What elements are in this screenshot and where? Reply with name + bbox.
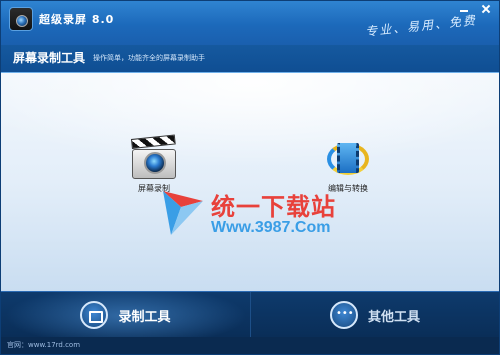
record-icon bbox=[80, 301, 109, 329]
clapperboard-icon bbox=[130, 134, 178, 181]
watermark-logo-icon bbox=[163, 191, 203, 235]
slogan: 专业、易用、免费 bbox=[364, 13, 478, 39]
watermark-title: 统一下载站 bbox=[211, 192, 336, 221]
more-dots-icon bbox=[329, 301, 358, 329]
status-website[interactable]: 官网：www.17rd.com bbox=[7, 340, 80, 350]
status-bar: 官网：www.17rd.com bbox=[1, 337, 499, 354]
watermark-url: Www.3987.Com bbox=[211, 219, 331, 236]
tab-other-tools[interactable]: 其他工具 bbox=[250, 292, 499, 338]
tab-record-tools-label: 录制工具 bbox=[118, 309, 171, 325]
tools-panel: 屏幕录制 编辑与转换 统一下载站 Www.3987.Com bbox=[1, 73, 499, 291]
app-logo-icon bbox=[9, 7, 33, 31]
film-reel-icon bbox=[323, 137, 373, 181]
watermark: 统一下载站 Www.3987.Com bbox=[161, 183, 361, 243]
bottom-tab-bar: 录制工具 其他工具 bbox=[1, 291, 499, 338]
section-title: 屏幕录制工具 bbox=[13, 51, 86, 65]
tab-other-tools-label: 其他工具 bbox=[367, 309, 420, 325]
title-bar[interactable]: 超级录屏 8.0 专业、易用、免费 bbox=[1, 1, 499, 45]
app-window: 超级录屏 8.0 专业、易用、免费 屏幕录制工具 操作简单，功能齐全的屏幕录制助… bbox=[0, 0, 500, 355]
section-header: 屏幕录制工具 操作简单，功能齐全的屏幕录制助手 bbox=[1, 45, 499, 73]
app-title: 超级录屏 8.0 bbox=[39, 13, 115, 26]
tab-record-tools[interactable]: 录制工具 bbox=[1, 292, 250, 338]
close-button[interactable] bbox=[479, 3, 493, 15]
section-subtitle: 操作简单，功能齐全的屏幕录制助手 bbox=[93, 54, 205, 62]
minimize-button[interactable] bbox=[457, 3, 471, 15]
window-controls bbox=[457, 3, 493, 15]
